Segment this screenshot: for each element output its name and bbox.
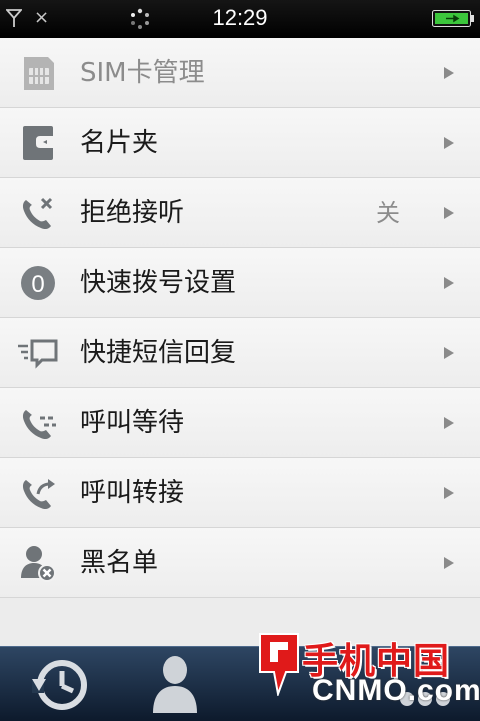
list-item-label: 呼叫转接 — [80, 478, 185, 508]
chevron-right-icon — [444, 417, 454, 429]
close-icon: × — [34, 7, 50, 28]
list-item-label: 快捷短信回复 — [80, 338, 237, 368]
busy-spinner-icon — [131, 8, 149, 29]
call-waiting-icon — [18, 404, 58, 442]
list-item-speed-dial[interactable]: 0 快速拨号设置 — [0, 248, 480, 318]
call-settings-list: SIM卡管理 名片夹 拒绝接听 关 0 快速拨号设置 快捷短信回复 呼叫等待 呼… — [0, 38, 480, 646]
tab-contacts[interactable] — [130, 653, 220, 717]
quick-sms-reply-icon — [18, 334, 58, 372]
sim-card-icon — [18, 54, 58, 92]
watermark-en-text: CNMO.com — [312, 674, 480, 707]
list-item-label: 呼叫等待 — [80, 408, 185, 438]
blacklist-icon — [18, 544, 58, 582]
cnmo-watermark: 手机中国 CNMO.com — [256, 630, 480, 720]
clock-time: 12:29 — [212, 5, 268, 30]
list-item-label: 黑名单 — [80, 548, 159, 578]
status-bar: × 12:29 — [0, 0, 480, 38]
list-item-sim-management[interactable]: SIM卡管理 — [0, 38, 480, 108]
chevron-right-icon — [444, 557, 454, 569]
chevron-right-icon — [444, 67, 454, 79]
business-card-holder-icon — [18, 124, 58, 162]
list-item-call-reject[interactable]: 拒绝接听 关 — [0, 178, 480, 248]
list-item-call-forward[interactable]: 呼叫转接 — [0, 458, 480, 528]
tab-call-history[interactable] — [15, 653, 105, 717]
contact-person-icon — [153, 656, 197, 713]
speed-dial-icon-text: 0 — [31, 271, 44, 298]
toggle-state-value: 关 — [376, 199, 400, 227]
speed-dial-icon: 0 — [18, 264, 58, 302]
battery-icon — [432, 10, 474, 27]
list-item-label: 名片夹 — [80, 128, 159, 158]
list-item-label: 快速拨号设置 — [80, 268, 237, 298]
cnmo-logo-icon — [259, 633, 299, 696]
call-forward-icon — [18, 474, 58, 512]
chevron-right-icon — [444, 137, 454, 149]
list-item-call-waiting[interactable]: 呼叫等待 — [0, 388, 480, 458]
call-reject-icon — [18, 194, 58, 232]
signal-icon — [6, 9, 22, 27]
list-item-label: SIM卡管理 — [80, 58, 205, 88]
list-item-blacklist[interactable]: 黑名单 — [0, 528, 480, 598]
chevron-right-icon — [444, 487, 454, 499]
list-item-label: 拒绝接听 — [80, 198, 185, 228]
list-item-quick-sms-reply[interactable]: 快捷短信回复 — [0, 318, 480, 388]
list-item-business-card-holder[interactable]: 名片夹 — [0, 108, 480, 178]
chevron-right-icon — [444, 207, 454, 219]
chevron-right-icon — [444, 347, 454, 359]
chevron-right-icon — [444, 277, 454, 289]
history-clock-icon — [32, 660, 87, 710]
